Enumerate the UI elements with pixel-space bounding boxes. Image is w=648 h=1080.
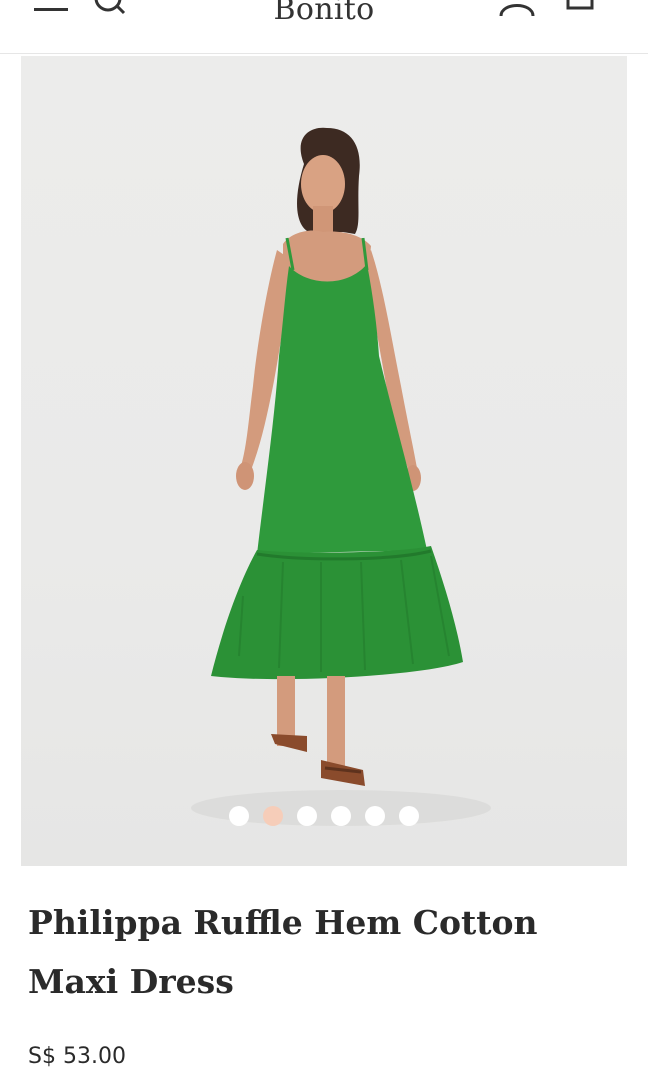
carousel-dot[interactable]: [297, 806, 317, 826]
product-image-gallery[interactable]: [21, 56, 627, 866]
carousel-dot[interactable]: [365, 806, 385, 826]
brand-logo[interactable]: Bonito: [0, 0, 648, 27]
product-price: S$ 53.00: [28, 1044, 126, 1069]
carousel-indicators: [21, 806, 627, 826]
product-photo[interactable]: [21, 56, 627, 866]
carousel-dot[interactable]: [331, 806, 351, 826]
bag-icon[interactable]: [560, 0, 600, 14]
carousel-dot-active[interactable]: [263, 806, 283, 826]
carousel-dot[interactable]: [229, 806, 249, 826]
carousel-dot[interactable]: [399, 806, 419, 826]
site-header: Bonito: [0, 0, 648, 54]
product-title: Philippa Ruffle Hem Cotton Maxi Dress: [28, 903, 538, 1001]
user-icon[interactable]: [495, 0, 539, 18]
